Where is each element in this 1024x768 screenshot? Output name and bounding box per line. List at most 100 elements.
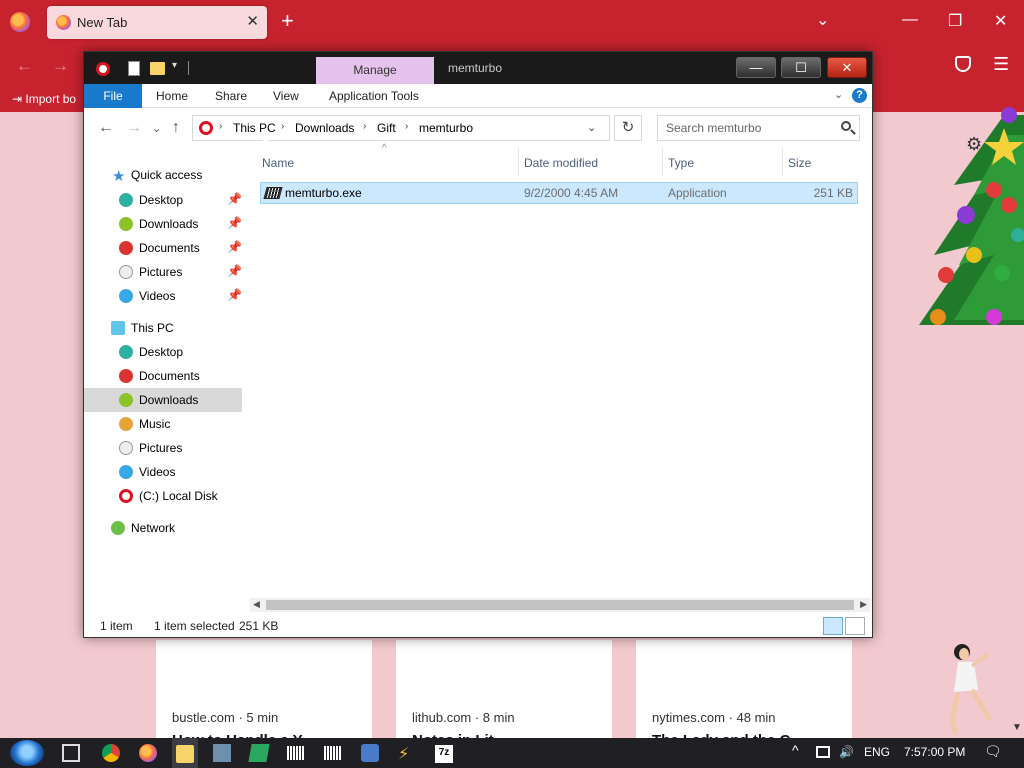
piano-app-icon[interactable] (324, 746, 342, 760)
nav-qa-pictures[interactable]: Pictures 📌 (84, 260, 242, 284)
column-header-date-modified[interactable]: Date modified (524, 156, 598, 170)
nav-pc-local-disk[interactable]: (C:) Local Disk (84, 484, 242, 508)
back-icon[interactable]: ← (16, 56, 33, 76)
nav-pc-music[interactable]: Music (84, 412, 242, 436)
help-icon[interactable]: ? (852, 88, 867, 103)
scroll-right-icon[interactable]: ▶ (860, 599, 867, 610)
forward-icon[interactable]: → (126, 119, 142, 137)
nav-pc-desktop[interactable]: Desktop (84, 340, 242, 364)
tab-view[interactable]: View (273, 84, 299, 108)
search-box[interactable] (657, 115, 860, 141)
menu-icon[interactable]: ☰ (993, 54, 1009, 75)
memturbo-app-icon[interactable] (96, 62, 110, 76)
forward-icon[interactable]: → (52, 56, 69, 76)
story-card[interactable]: nytimes.com · 48 min The Lady and the C (636, 640, 852, 749)
list-all-tabs-icon[interactable]: ⌄ (816, 10, 829, 30)
close-tab-icon[interactable]: ✕ (246, 12, 259, 30)
file-row[interactable]: memturbo.exe 9/2/2000 4:45 AM Applicatio… (260, 182, 858, 204)
firefox-icon[interactable] (10, 12, 30, 32)
tray-overflow-icon[interactable]: ^ (792, 742, 799, 758)
pin-icon[interactable]: 📌 (227, 192, 242, 206)
app-icon[interactable] (361, 744, 379, 762)
notifications-icon[interactable]: 🗨 (984, 743, 1002, 760)
refresh-button[interactable]: ↻ (614, 115, 642, 141)
column-header-type[interactable]: Type (668, 156, 694, 170)
nav-this-pc[interactable]: This PC (84, 316, 242, 340)
minimize-icon[interactable]: — (902, 11, 918, 29)
pocket-icon[interactable] (955, 56, 971, 72)
breadcrumb-gift[interactable]: Gift (377, 121, 396, 135)
column-header-name[interactable]: Name (262, 156, 294, 170)
nav-network[interactable]: Network (84, 516, 242, 540)
network-tray-icon[interactable] (816, 746, 830, 758)
start-button[interactable] (10, 740, 44, 766)
search-icon[interactable] (841, 121, 851, 131)
pin-icon[interactable]: 📌 (227, 264, 242, 278)
pin-icon[interactable]: 📌 (227, 216, 242, 230)
column-divider[interactable] (782, 148, 783, 176)
details-view-button[interactable] (823, 617, 843, 635)
nav-quick-access[interactable]: Quick access ★ (84, 164, 242, 188)
close-window-icon[interactable]: ✕ (994, 11, 1007, 31)
explorer-title-bar[interactable]: ▾ Manage memturbo — ☐ ✕ (84, 52, 872, 84)
tab-share[interactable]: Share (215, 84, 247, 108)
back-icon[interactable]: ← (98, 119, 114, 137)
breadcrumb-separator[interactable]: › (363, 121, 366, 132)
story-card[interactable]: lithub.com · 8 min Notes in Lit (396, 640, 612, 749)
scroll-down-icon[interactable]: ▼ (1012, 722, 1022, 733)
column-header-size[interactable]: Size (788, 156, 811, 170)
new-folder-icon[interactable] (150, 62, 165, 75)
pin-icon[interactable]: 📌 (227, 288, 242, 302)
expand-ribbon-icon[interactable]: ⌄ (834, 88, 843, 101)
quick-access-toolbar-dropdown-icon[interactable]: ▾ (172, 60, 177, 71)
restore-icon[interactable]: ❐ (948, 11, 962, 31)
clock[interactable]: 7:57:00 PM (904, 745, 965, 759)
nav-pc-pictures[interactable]: Pictures (84, 436, 242, 460)
app-icon[interactable]: ⚡ (398, 744, 416, 763)
language-indicator[interactable]: ENG (864, 745, 890, 759)
nav-qa-desktop[interactable]: Desktop 📌 (84, 188, 242, 212)
maximize-button[interactable]: ☐ (781, 57, 821, 78)
breadcrumb-separator[interactable]: › (219, 121, 222, 132)
new-tab-button[interactable]: + (281, 9, 294, 33)
tab-manage[interactable]: Manage (316, 57, 434, 84)
app-icon[interactable] (213, 744, 231, 762)
tab-file[interactable]: File (84, 84, 142, 108)
piano-app-icon[interactable] (287, 746, 305, 760)
tab-home[interactable]: Home (156, 84, 188, 108)
minimize-button[interactable]: — (736, 57, 776, 78)
properties-icon[interactable] (128, 61, 140, 76)
nav-qa-videos[interactable]: Videos 📌 (84, 284, 242, 308)
story-card[interactable]: bustle.com · 5 min How to Handle a Y (156, 640, 372, 749)
column-divider[interactable] (662, 148, 663, 176)
task-view-icon[interactable] (62, 744, 80, 762)
horizontal-scrollbar[interactable]: ◀ ▶ (250, 598, 870, 612)
search-input[interactable] (658, 116, 833, 140)
large-icons-view-button[interactable] (845, 617, 865, 635)
address-bar[interactable]: › This PC › Downloads › Gift › memturbo … (192, 115, 610, 141)
app-icon[interactable] (248, 744, 270, 762)
chrome-icon[interactable] (102, 744, 120, 762)
tab-application-tools[interactable]: Application Tools (329, 84, 419, 108)
nav-qa-documents[interactable]: Documents 📌 (84, 236, 242, 260)
firefox-taskbar-icon[interactable] (139, 744, 157, 762)
column-divider[interactable] (518, 148, 519, 176)
address-dropdown-icon[interactable]: ⌄ (587, 121, 596, 134)
up-icon[interactable]: ↑ (172, 119, 180, 137)
tab-new-tab[interactable]: New Tab ✕ (47, 6, 267, 39)
recent-locations-icon[interactable]: ⌄ (152, 122, 161, 135)
file-explorer-icon[interactable] (176, 745, 194, 763)
nav-pc-videos[interactable]: Videos (84, 460, 242, 484)
nav-pc-downloads[interactable]: Downloads (84, 388, 242, 412)
breadcrumb-separator[interactable]: › (281, 121, 284, 132)
scroll-left-icon[interactable]: ◀ (253, 599, 260, 610)
scrollbar-thumb[interactable] (266, 600, 854, 610)
close-button[interactable]: ✕ (827, 57, 867, 78)
volume-icon[interactable]: 🔊 (839, 745, 854, 759)
nav-pc-documents[interactable]: Documents (84, 364, 242, 388)
import-bookmarks-button[interactable]: ⇥ Import bo (12, 92, 76, 106)
pin-icon[interactable]: 📌 (227, 240, 242, 254)
breadcrumb-downloads[interactable]: Downloads (295, 121, 354, 135)
7zip-icon[interactable]: 7z (435, 745, 453, 763)
nav-qa-downloads[interactable]: Downloads 📌 (84, 212, 242, 236)
